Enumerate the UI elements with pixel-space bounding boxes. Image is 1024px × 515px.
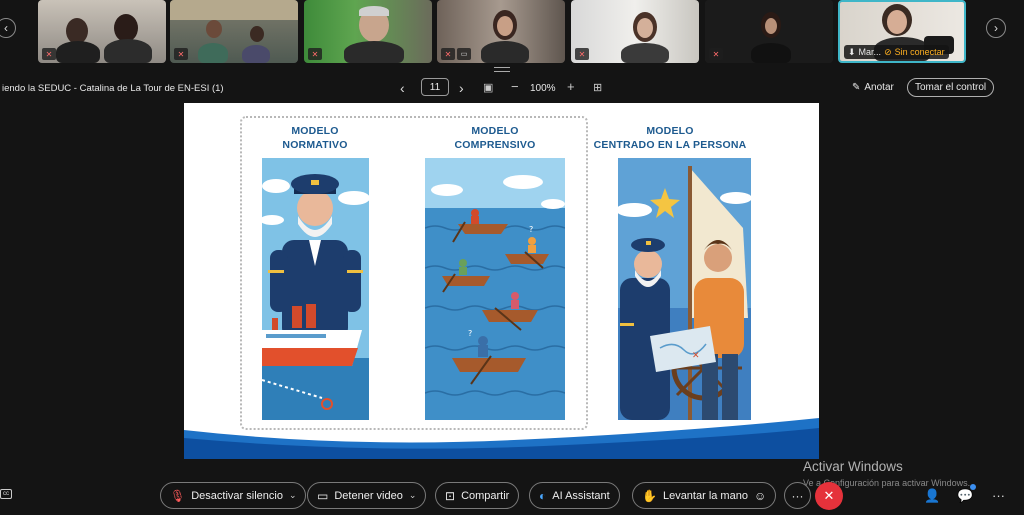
- muted-mic-icon: 🎙: [170, 488, 186, 503]
- reactions-icon[interactable]: ☺: [754, 489, 766, 503]
- webex-meeting-window: ‹ ✕ ✕ ✕ ✕ ▭ ✕ ✕ ⬇ Mar... ⊘ Sin conectar …: [0, 0, 1024, 515]
- leave-meeting-button[interactable]: ✕: [815, 482, 843, 510]
- resize-handle[interactable]: [494, 67, 510, 72]
- column-title-centrado: MODELO CENTRADO EN LA PERSONA: [585, 124, 755, 152]
- ellipsis-icon: ···: [791, 488, 804, 503]
- raise-hand-button[interactable]: ✋ Levantar la mano ☺: [632, 482, 777, 509]
- zoom-in-button[interactable]: +: [567, 79, 575, 94]
- muted-mic-icon: ✕: [441, 48, 455, 60]
- strip-prev-button[interactable]: ‹: [0, 18, 16, 38]
- ai-assistant-label: AI Assistant: [552, 489, 610, 502]
- column-title-line: NORMATIVO: [282, 139, 348, 151]
- hand-icon: ✋: [642, 488, 657, 503]
- share-screen-icon: ⊡: [445, 488, 456, 503]
- participant-tile-5[interactable]: ✕: [571, 0, 699, 63]
- warning-icon: ⊘: [884, 46, 892, 57]
- ai-assistant-button[interactable]: ◐ AI Assistant: [529, 482, 620, 509]
- mic-icon: ⬇: [848, 46, 856, 57]
- column-title-normativo: MODELO NORMATIVO: [230, 124, 400, 152]
- muted-mic-icon: ✕: [42, 48, 56, 60]
- raise-hand-label: Levantar la mano: [662, 489, 748, 502]
- unmute-button[interactable]: 🎙 Desactivar silencio ⌄: [160, 482, 307, 509]
- muted-mic-icon: ✕: [308, 48, 322, 60]
- zoom-out-button[interactable]: −: [511, 79, 519, 94]
- unmute-label: Desactivar silencio: [191, 489, 283, 502]
- participant-tile-3[interactable]: ✕: [304, 0, 432, 63]
- stop-video-button[interactable]: ▭ Detener video ⌄: [307, 482, 427, 509]
- muted-mic-icon: ✕: [174, 48, 188, 60]
- chat-notification-dot: [970, 484, 976, 490]
- participant-tile-4[interactable]: ✕ ▭: [437, 0, 565, 63]
- participant-tile-7[interactable]: ⬇ Mar... ⊘ Sin conectar: [838, 0, 966, 63]
- annotate-button[interactable]: ✎ Anotar: [852, 82, 894, 93]
- video-camera-icon: ▭: [317, 488, 329, 503]
- fit-screen-icon[interactable]: ▣: [483, 81, 493, 94]
- column-title-line: CENTRADO EN LA PERSONA: [593, 139, 747, 151]
- participant-name: Mar...: [858, 47, 882, 57]
- zoom-level: 100%: [530, 83, 556, 94]
- column-title-line: MODELO: [291, 125, 339, 137]
- meeting-controls: 🎙 Desactivar silencio ⌄ ▭ Detener video …: [0, 482, 1024, 510]
- chevron-left-icon: ‹: [400, 80, 405, 96]
- video-off-icon: ▭: [457, 48, 471, 60]
- connection-status: Sin conectar: [894, 47, 945, 57]
- svg-text:✕: ✕: [692, 351, 700, 361]
- stop-video-label: Detener video: [334, 489, 403, 502]
- page-number-input[interactable]: 11: [421, 78, 449, 96]
- column-title-line: MODELO: [471, 125, 519, 137]
- illustration-captain-ship: [262, 158, 369, 420]
- take-control-button[interactable]: Tomar el control: [907, 78, 995, 97]
- chevron-right-icon: ›: [994, 21, 998, 35]
- muted-mic-icon: ✕: [709, 48, 723, 60]
- strip-next-button[interactable]: ›: [986, 18, 1006, 38]
- column-title-line: COMPRENSIVO: [454, 139, 536, 151]
- next-page-button[interactable]: ›: [459, 80, 464, 96]
- pen-icon: ✎: [852, 82, 861, 93]
- more-options-button[interactable]: ···: [784, 482, 811, 509]
- share-toolbar: iendo la SEDUC - Catalina de La Tour de …: [0, 78, 1024, 100]
- grid-view-icon[interactable]: ⊞: [593, 81, 602, 94]
- share-button[interactable]: ⊡ Compartir: [435, 482, 520, 509]
- participant-tile-1[interactable]: ✕: [38, 0, 166, 63]
- participant-tile-2[interactable]: ✕: [170, 0, 298, 63]
- chevron-left-icon: ‹: [4, 21, 8, 35]
- close-icon: ✕: [823, 488, 835, 503]
- column-title-comprensivo: MODELO COMPRENSIVO: [410, 124, 580, 152]
- svg-text:?: ?: [529, 225, 533, 234]
- chevron-down-icon[interactable]: ⌄: [289, 490, 297, 501]
- chevron-right-icon: ›: [459, 80, 464, 96]
- shared-content-title: iendo la SEDUC - Catalina de La Tour de …: [2, 83, 224, 94]
- decorative-wave: [184, 418, 819, 459]
- activate-windows-title: Activar Windows: [803, 459, 903, 474]
- illustration-rowboats: ? ?: [425, 158, 565, 420]
- participant-tile-6[interactable]: ✕: [705, 0, 833, 63]
- annotate-label: Anotar: [864, 82, 894, 93]
- share-label: Compartir: [461, 489, 510, 502]
- muted-mic-icon: ✕: [575, 48, 589, 60]
- illustration-captain-helm: ✕: [618, 158, 751, 420]
- more-panels-icon[interactable]: ···: [992, 488, 1005, 503]
- participant-name-badge: ⬇ Mar... ⊘ Sin conectar: [844, 45, 949, 59]
- chat-icon[interactable]: 💬: [957, 488, 973, 504]
- previous-page-button[interactable]: ‹: [400, 80, 405, 96]
- participant-strip: ‹ ✕ ✕ ✕ ✕ ▭ ✕ ✕ ⬇ Mar... ⊘ Sin conectar …: [0, 0, 1024, 66]
- svg-text:?: ?: [468, 329, 472, 338]
- participants-icon[interactable]: 👤: [924, 488, 940, 504]
- shared-slide: MODELO NORMATIVO MODELO COMPRENSIVO MODE…: [184, 103, 819, 459]
- chevron-down-icon[interactable]: ⌄: [409, 490, 417, 501]
- column-title-line: MODELO: [646, 125, 694, 137]
- ai-assistant-icon: ◐: [539, 488, 547, 503]
